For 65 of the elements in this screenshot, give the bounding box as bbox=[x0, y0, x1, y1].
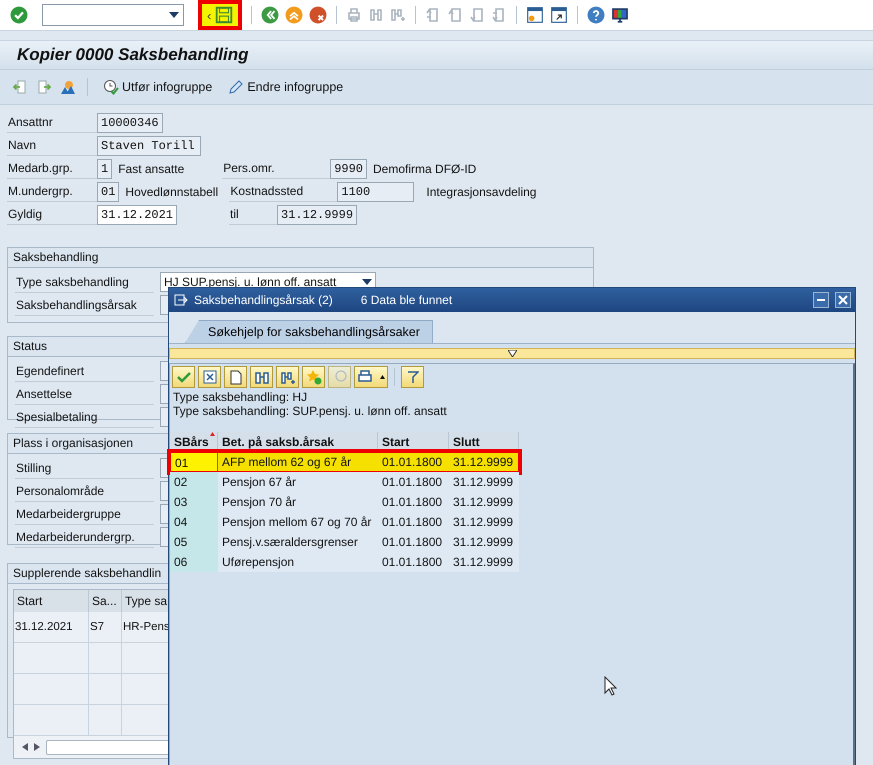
result-row[interactable]: 06 Uførepensjon 01.01.1800 31.12.9999 bbox=[170, 552, 519, 572]
field-description: Demofirma DFØ-ID bbox=[372, 162, 476, 176]
input-field[interactable]: 10000346 bbox=[97, 112, 163, 132]
field-label: Medarbeidergruppe bbox=[15, 504, 154, 524]
table-cell: 06 bbox=[170, 552, 218, 572]
search-help-tab[interactable]: Søkehjelp for saksbehandlingsårsaker bbox=[185, 320, 433, 343]
table-cell: 02 bbox=[170, 472, 218, 492]
table-cell: Pensjon 70 år bbox=[218, 492, 378, 512]
field-description: Integrasjonsavdeling bbox=[425, 184, 536, 198]
table-cell: 01.01.1800 bbox=[378, 492, 449, 512]
table-cell: Pensj.v.særaldersgrenser bbox=[218, 532, 378, 552]
column-header[interactable]: Sa... bbox=[89, 590, 122, 612]
field-label: Stilling bbox=[15, 458, 154, 478]
result-row[interactable]: 05 Pensj.v.særaldersgrenser 01.01.1800 31.12.9999 bbox=[170, 532, 519, 552]
input-field[interactable]: 9990 bbox=[330, 158, 368, 178]
result-row[interactable]: 03 Pensjon 70 år 01.01.1800 31.12.9999 bbox=[170, 492, 519, 512]
info-text: Type saksbehandling: SUP.pensj. u. lønn off. ansatt bbox=[172, 404, 448, 418]
input-field[interactable]: 01 bbox=[97, 182, 120, 202]
table-cell: 31.12.9999 bbox=[449, 532, 519, 552]
field-label: Spesialbetaling bbox=[15, 406, 154, 428]
input-field[interactable]: 31.12.9999 bbox=[277, 204, 358, 224]
input-field[interactable]: 1100 bbox=[337, 182, 414, 202]
screen-title: Kopier 0000 Saksbehandling bbox=[17, 45, 248, 65]
table-cell: 01.01.1800 bbox=[378, 472, 449, 492]
input-field[interactable]: Staven Torill bbox=[97, 136, 201, 156]
table-cell: 01.01.1800 bbox=[378, 552, 449, 572]
table-cell: 31.12.2021 bbox=[14, 612, 89, 642]
table-cell: AFP mellom 62 og 67 år bbox=[218, 452, 378, 472]
field-description: Hovedlønnstabell bbox=[124, 184, 220, 198]
group-title: Saksbehandling bbox=[8, 248, 593, 268]
input-field[interactable]: 1 bbox=[97, 158, 112, 178]
field-label: Ansettelse bbox=[15, 384, 154, 404]
column-header[interactable]: Start bbox=[14, 590, 89, 612]
table-cell: 01 bbox=[170, 452, 218, 472]
table-cell: 04 bbox=[170, 512, 218, 532]
table-cell: 31.12.9999 bbox=[449, 492, 519, 512]
collapse-marker[interactable]: ‹ bbox=[207, 8, 212, 22]
result-row[interactable]: 02 Pensjon 67 år 01.01.1800 31.12.9999 bbox=[170, 472, 519, 492]
table-cell: 01.01.1800 bbox=[378, 512, 449, 532]
edit-button[interactable]: Endre infogruppe bbox=[224, 77, 348, 97]
table-cell: 31.12.9999 bbox=[449, 472, 519, 492]
field-description: Fast ansatte bbox=[117, 162, 186, 176]
table-cell: 01.01.1800 bbox=[378, 452, 449, 472]
input-field[interactable]: 31.12.2021 bbox=[97, 204, 178, 224]
table-cell: 31.12.9999 bbox=[449, 552, 519, 572]
table-cell: 05 bbox=[170, 532, 218, 552]
execute-button[interactable]: Utfør infogruppe bbox=[99, 77, 216, 97]
result-row[interactable]: 04 Pensjon mellom 67 og 70 år 01.01.1800 31.12.9999 bbox=[170, 512, 519, 532]
table-cell: S7 bbox=[89, 612, 122, 642]
dialog-subtitle: 6 Data ble funnet bbox=[360, 293, 454, 307]
field-label: Saksbehandlingsårsak bbox=[15, 294, 154, 316]
table-cell: 01.01.1800 bbox=[378, 532, 449, 552]
table-cell: 31.12.9999 bbox=[449, 512, 519, 532]
table-cell: 31.12.9999 bbox=[449, 452, 519, 472]
result-row[interactable]: 01 AFP mellom 62 og 67 år 01.01.1800 31.12.9999 bbox=[170, 452, 519, 472]
field-label: Medarbeiderundergrp. bbox=[15, 526, 154, 548]
table-cell: Pensjon mellom 67 og 70 år bbox=[218, 512, 378, 532]
field-label: Personalområde bbox=[15, 480, 154, 502]
table-cell: Pensjon 67 år bbox=[218, 472, 378, 492]
table-cell: Uførepensjon bbox=[218, 552, 378, 572]
dialog-title: Saksbehandlingsårsak (2) bbox=[194, 293, 333, 307]
info-text: Type saksbehandling: HJ bbox=[172, 390, 308, 404]
table-cell: 03 bbox=[170, 492, 218, 512]
field-label: Type saksbehandling bbox=[15, 272, 154, 292]
field-label: Egendefinert bbox=[15, 360, 154, 382]
